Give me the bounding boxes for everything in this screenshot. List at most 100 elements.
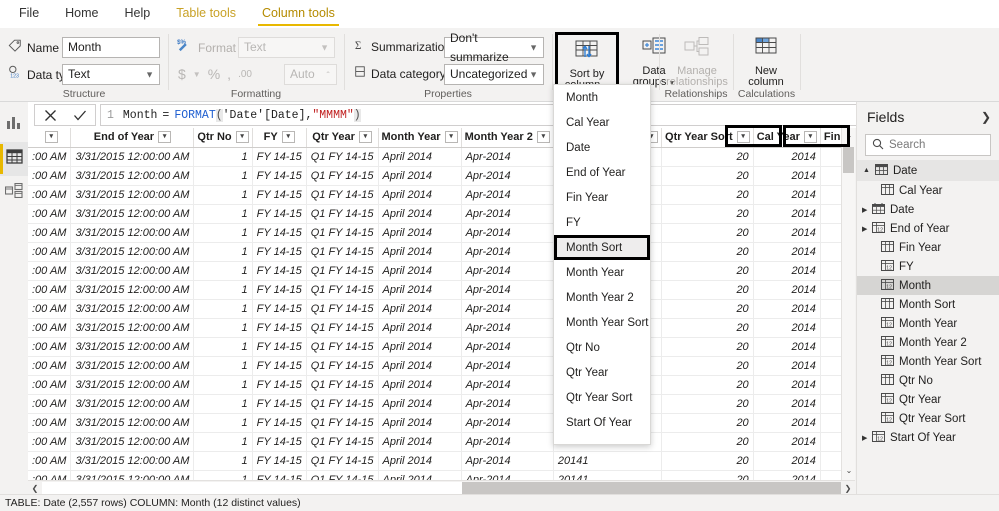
table-cell[interactable]: Q1 FY 14-15 — [306, 280, 378, 299]
table-cell[interactable]: Apr-2014 — [461, 280, 553, 299]
table-cell[interactable]: :00 AM — [28, 375, 71, 394]
table-cell[interactable]: Apr-2014 — [461, 470, 553, 480]
table-cell[interactable]: Q1 FY 14-15 — [306, 413, 378, 432]
percent-button[interactable]: % — [208, 66, 220, 82]
thousands-separator-button[interactable]: , — [227, 66, 231, 82]
table-cell[interactable]: 3/31/2015 12:00:00 AM — [71, 166, 194, 185]
table-cell[interactable]: FY 14-15 — [252, 413, 306, 432]
table-cell[interactable]: 3/31/2015 12:00:00 AM — [71, 470, 194, 480]
table-cell[interactable]: :00 AM — [28, 470, 71, 480]
sort-menu-item-qtr-year[interactable]: Qtr Year — [554, 360, 650, 385]
currency-button[interactable]: $ — [178, 66, 186, 82]
table-cell[interactable]: 20 — [662, 261, 754, 280]
table-cell[interactable]: :00 AM — [28, 318, 71, 337]
table-cell[interactable]: 20 — [662, 470, 754, 480]
table-cell[interactable]: April 2014 — [378, 147, 461, 166]
table-cell[interactable]: 2014 — [753, 280, 820, 299]
table-cell[interactable]: FY 14-15 — [252, 147, 306, 166]
table-cell[interactable]: 1 — [194, 280, 252, 299]
table-cell[interactable]: 3/31/2015 12:00:00 AM — [71, 147, 194, 166]
table-cell[interactable]: Q1 FY 14-15 — [306, 166, 378, 185]
field-item-month[interactable]: 12Month — [857, 276, 999, 295]
table-cell[interactable]: 3/31/2015 12:00:00 AM — [71, 280, 194, 299]
table-cell[interactable]: 20 — [662, 299, 754, 318]
table-cell[interactable]: Apr-2014 — [461, 261, 553, 280]
table-cell[interactable]: Apr-2014 — [461, 451, 553, 470]
table-cell[interactable]: 2014 — [753, 242, 820, 261]
fields-table-node-date[interactable]: ▲ Date — [857, 160, 999, 181]
table-row[interactable]: :00 AM3/31/2015 12:00:00 AM1FY 14-15Q1 F… — [28, 204, 855, 223]
horizontal-scroll-track[interactable] — [462, 482, 841, 494]
table-cell[interactable]: 2014 — [753, 318, 820, 337]
table-cell[interactable]: April 2014 — [378, 470, 461, 480]
table-cell[interactable]: 2014 — [753, 261, 820, 280]
table-cell[interactable]: FY 14-15 — [252, 318, 306, 337]
table-cell[interactable]: 3/31/2015 12:00:00 AM — [71, 223, 194, 242]
field-item-month-year[interactable]: 12Month Year — [857, 314, 999, 333]
table-cell[interactable]: :00 AM — [28, 337, 71, 356]
datatype-dropdown[interactable]: Text ▼ — [62, 64, 160, 85]
table-cell[interactable]: Apr-2014 — [461, 394, 553, 413]
table-row[interactable]: :00 AM3/31/2015 12:00:00 AM1FY 14-15Q1 F… — [28, 413, 855, 432]
table-cell[interactable]: 1 — [194, 299, 252, 318]
table-cell[interactable]: 2014 — [753, 185, 820, 204]
table-cell[interactable]: Q1 FY 14-15 — [306, 356, 378, 375]
table-cell[interactable]: FY 14-15 — [252, 451, 306, 470]
table-cell[interactable]: :00 AM — [28, 185, 71, 204]
datacategory-dropdown[interactable]: Uncategorized ▼ — [444, 64, 544, 85]
table-cell[interactable]: 20 — [662, 356, 754, 375]
table-cell[interactable]: April 2014 — [378, 356, 461, 375]
decimal-places-input[interactable]: Auto ⌃ — [284, 64, 337, 85]
table-cell[interactable]: Q1 FY 14-15 — [306, 299, 378, 318]
table-cell[interactable]: Apr-2014 — [461, 223, 553, 242]
table-cell[interactable]: Apr-2014 — [461, 356, 553, 375]
table-cell[interactable]: 2014 — [753, 470, 820, 480]
table-row[interactable]: :00 AM3/31/2015 12:00:00 AM1FY 14-15Q1 F… — [28, 394, 855, 413]
table-cell[interactable]: 3/31/2015 12:00:00 AM — [71, 432, 194, 451]
table-cell[interactable]: 1 — [194, 318, 252, 337]
table-cell[interactable]: FY 14-15 — [252, 337, 306, 356]
table-cell[interactable]: Apr-2014 — [461, 413, 553, 432]
table-cell[interactable]: FY 14-15 — [252, 470, 306, 480]
table-cell[interactable]: 3/31/2015 12:00:00 AM — [71, 242, 194, 261]
table-row[interactable]: :00 AM3/31/2015 12:00:00 AM1FY 14-15Q1 F… — [28, 299, 855, 318]
table-cell[interactable]: April 2014 — [378, 204, 461, 223]
vertical-scroll-thumb[interactable] — [843, 147, 854, 173]
sort-menu-item-month-year-sort[interactable]: Month Year Sort — [554, 310, 650, 335]
table-cell[interactable]: 3/31/2015 12:00:00 AM — [71, 356, 194, 375]
table-row[interactable]: :00 AM3/31/2015 12:00:00 AM1FY 14-15Q1 F… — [28, 242, 855, 261]
table-cell[interactable]: 2014 — [753, 413, 820, 432]
chevron-up-icon[interactable]: ▲ — [863, 167, 870, 174]
table-cell[interactable]: Q1 FY 14-15 — [306, 451, 378, 470]
table-cell[interactable]: :00 AM — [28, 261, 71, 280]
column-filter-icon[interactable]: ▾ — [45, 131, 58, 143]
field-item-fy[interactable]: 12FY — [857, 257, 999, 276]
field-item-fin-year[interactable]: Fin Year — [857, 238, 999, 257]
table-row[interactable]: :00 AM3/31/2015 12:00:00 AM1FY 14-15Q1 F… — [28, 451, 855, 470]
manage-relationships-button[interactable]: Manage relationships — [664, 32, 730, 94]
table-row[interactable]: :00 AM3/31/2015 12:00:00 AM1FY 14-15Q1 F… — [28, 432, 855, 451]
table-cell[interactable]: 2014 — [753, 394, 820, 413]
sort-menu-item-month-sort[interactable]: Month Sort — [554, 235, 650, 260]
table-cell[interactable]: 20 — [662, 147, 754, 166]
table-cell[interactable]: 2014 — [753, 299, 820, 318]
report-view-button[interactable] — [0, 108, 28, 142]
column-header-qtr-year-sort[interactable]: Qtr Year Sort▾ — [662, 128, 754, 147]
table-cell[interactable]: :00 AM — [28, 147, 71, 166]
name-input[interactable]: Month — [62, 37, 160, 58]
field-item-cal-year[interactable]: Cal Year — [857, 181, 999, 200]
table-cell[interactable]: Q1 FY 14-15 — [306, 470, 378, 480]
formula-cancel-button[interactable] — [35, 105, 65, 125]
table-cell[interactable]: FY 14-15 — [252, 223, 306, 242]
table-cell[interactable]: 20 — [662, 413, 754, 432]
table-cell[interactable]: 20 — [662, 318, 754, 337]
table-cell[interactable]: 1 — [194, 261, 252, 280]
table-cell[interactable]: FY 14-15 — [252, 204, 306, 223]
table-cell[interactable]: 3/31/2015 12:00:00 AM — [71, 299, 194, 318]
table-cell[interactable]: Q1 FY 14-15 — [306, 185, 378, 204]
table-row[interactable]: :00 AM3/31/2015 12:00:00 AM1FY 14-15Q1 F… — [28, 166, 855, 185]
table-cell[interactable]: April 2014 — [378, 375, 461, 394]
column-filter-icon[interactable]: ▾ — [537, 131, 550, 143]
table-cell[interactable]: 1 — [194, 394, 252, 413]
sort-menu-item-date[interactable]: Date — [554, 135, 650, 160]
